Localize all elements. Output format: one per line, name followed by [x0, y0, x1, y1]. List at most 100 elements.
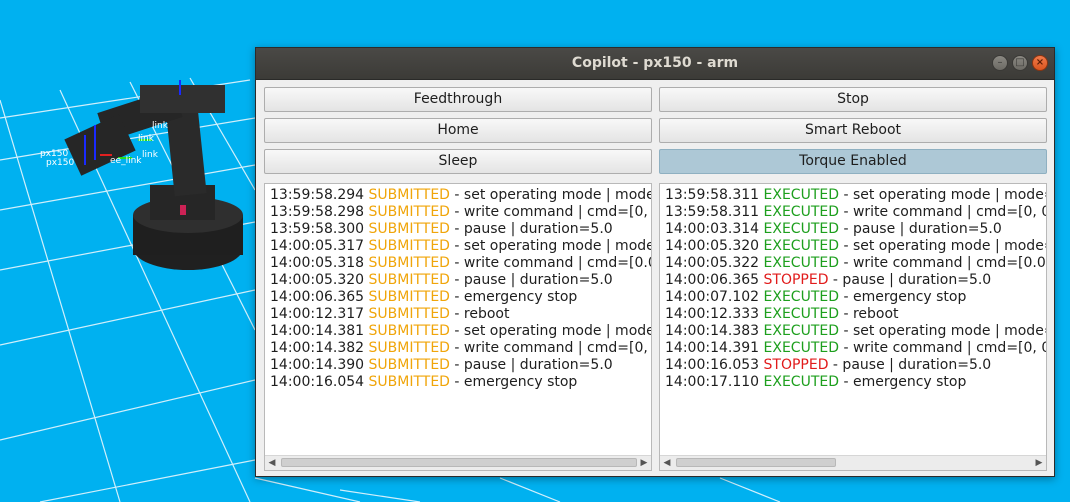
- log-message: - emergency stop: [839, 289, 967, 305]
- log-timestamp: 14:00:03.314: [665, 221, 760, 237]
- log-timestamp: 14:00:05.320: [270, 272, 365, 288]
- log-status: SUBMITTED: [368, 204, 450, 220]
- log-timestamp: 13:59:58.311: [665, 204, 760, 220]
- command-buttons: Feedthrough Stop Home Smart Reboot Sleep…: [264, 87, 1047, 174]
- log-line: 14:00:16.054 SUBMITTED - emergency stop: [270, 374, 651, 391]
- log-line: 13:59:58.311 EXECUTED - write command | …: [665, 204, 1046, 221]
- log-status: EXECUTED: [763, 255, 839, 271]
- log-line: 14:00:06.365 SUBMITTED - emergency stop: [270, 289, 651, 306]
- log-timestamp: 14:00:05.322: [665, 255, 760, 271]
- log-status: SUBMITTED: [368, 306, 450, 322]
- frame-label: link: [138, 134, 155, 144]
- copilot-window: Copilot - px150 - arm – □ × Feedthrough …: [255, 47, 1055, 477]
- log-line: 14:00:14.382 SUBMITTED - write command |…: [270, 340, 651, 357]
- log-line: 13:59:58.311 EXECUTED - set operating mo…: [665, 187, 1046, 204]
- stop-button[interactable]: Stop: [659, 87, 1047, 112]
- log-timestamp: 14:00:05.317: [270, 238, 365, 254]
- frame-label: link: [152, 121, 169, 131]
- log-timestamp: 13:59:58.294: [270, 187, 365, 203]
- log-status: SUBMITTED: [368, 255, 450, 271]
- log-message: - emergency stop: [449, 374, 578, 390]
- scroll-left-icon[interactable]: ◀: [660, 456, 674, 470]
- log-line: 14:00:05.320 SUBMITTED - pause | duratio…: [270, 272, 651, 289]
- log-message: - pause | duration=5.0: [449, 272, 613, 288]
- log-status: SUBMITTED: [368, 357, 450, 373]
- log-line: 14:00:05.320 EXECUTED - set operating mo…: [665, 238, 1046, 255]
- feedthrough-button[interactable]: Feedthrough: [264, 87, 652, 112]
- frame-label: ee_link: [110, 156, 142, 166]
- log-message: - reboot: [839, 306, 899, 322]
- log-message: - reboot: [449, 306, 510, 322]
- log-line: 13:59:58.298 SUBMITTED - write command |…: [270, 204, 651, 221]
- log-timestamp: 14:00:05.318: [270, 255, 365, 271]
- log-timestamp: 14:00:05.320: [665, 238, 760, 254]
- log-line: 14:00:17.110 EXECUTED - emergency stop: [665, 374, 1046, 391]
- scrollbar-thumb[interactable]: [676, 458, 836, 467]
- scrollbar-thumb[interactable]: [281, 458, 637, 467]
- log-status: EXECUTED: [763, 204, 839, 220]
- log-timestamp: 14:00:07.102: [665, 289, 760, 305]
- horizontal-scrollbar[interactable]: ◀ ▶: [660, 455, 1046, 470]
- close-icon[interactable]: ×: [1032, 55, 1048, 71]
- log-timestamp: 14:00:16.053: [665, 357, 760, 373]
- log-line: 14:00:14.383 EXECUTED - set operating mo…: [665, 323, 1046, 340]
- log-line: 13:59:58.300 SUBMITTED - pause | duratio…: [270, 221, 651, 238]
- log-panels: 13:59:58.294 SUBMITTED - set operating m…: [264, 183, 1047, 471]
- log-message: - set operating mode | mode=: [449, 187, 651, 203]
- submitted-log[interactable]: 13:59:58.294 SUBMITTED - set operating m…: [264, 183, 652, 471]
- log-line: 14:00:07.102 EXECUTED - emergency stop: [665, 289, 1046, 306]
- log-status: STOPPED: [763, 272, 829, 288]
- window-title: Copilot - px150 - arm: [571, 55, 739, 71]
- log-status: STOPPED: [763, 357, 829, 373]
- log-status: SUBMITTED: [368, 221, 450, 237]
- log-message: - write command | cmd=[0, 0,: [449, 204, 651, 220]
- minimize-icon[interactable]: –: [992, 55, 1008, 71]
- log-timestamp: 14:00:12.333: [665, 306, 760, 322]
- log-status: SUBMITTED: [368, 374, 450, 390]
- log-message: - emergency stop: [839, 374, 967, 390]
- sleep-button[interactable]: Sleep: [264, 149, 652, 174]
- log-status: EXECUTED: [763, 289, 839, 305]
- log-line: 13:59:58.294 SUBMITTED - set operating m…: [270, 187, 651, 204]
- log-message: - write command | cmd=[0, 0,: [449, 340, 651, 356]
- scroll-left-icon[interactable]: ◀: [265, 456, 279, 470]
- log-message: - write command | cmd=[0.0, -1: [839, 255, 1046, 271]
- log-line: 14:00:05.317 SUBMITTED - set operating m…: [270, 238, 651, 255]
- window-controls: – □ ×: [992, 55, 1048, 71]
- smart-reboot-button[interactable]: Smart Reboot: [659, 118, 1047, 143]
- scroll-right-icon[interactable]: ▶: [1032, 456, 1046, 470]
- horizontal-scrollbar[interactable]: ◀ ▶: [265, 455, 651, 470]
- log-line: 14:00:06.365 STOPPED - pause | duration=…: [665, 272, 1046, 289]
- log-line: 14:00:12.317 SUBMITTED - reboot: [270, 306, 651, 323]
- log-status: EXECUTED: [763, 340, 839, 356]
- log-timestamp: 14:00:16.054: [270, 374, 365, 390]
- log-message: - emergency stop: [449, 289, 578, 305]
- log-message: - pause | duration=5.0: [828, 357, 992, 373]
- torque-enabled-toggle[interactable]: Torque Enabled: [659, 149, 1047, 174]
- log-status: EXECUTED: [763, 306, 839, 322]
- maximize-icon[interactable]: □: [1012, 55, 1028, 71]
- log-line: 14:00:14.390 SUBMITTED - pause | duratio…: [270, 357, 651, 374]
- log-message: - pause | duration=5.0: [449, 221, 613, 237]
- log-message: - write command | cmd=[0.0, -: [449, 255, 651, 271]
- log-message: - write command | cmd=[0, 0, 0: [839, 204, 1046, 220]
- log-message: - set operating mode | mode=p: [839, 238, 1046, 254]
- log-message: - pause | duration=5.0: [828, 272, 992, 288]
- log-line: 14:00:03.314 EXECUTED - pause | duration…: [665, 221, 1046, 238]
- frame-label: px150: [46, 158, 74, 168]
- log-timestamp: 14:00:14.381: [270, 323, 365, 339]
- log-message: - set operating mode | mode=: [449, 238, 651, 254]
- title-bar[interactable]: Copilot - px150 - arm – □ ×: [256, 48, 1054, 80]
- log-message: - write command | cmd=[0, 0, 0: [839, 340, 1046, 356]
- log-status: SUBMITTED: [368, 187, 450, 203]
- log-line: 14:00:14.381 SUBMITTED - set operating m…: [270, 323, 651, 340]
- log-line: 14:00:05.318 SUBMITTED - write command |…: [270, 255, 651, 272]
- home-button[interactable]: Home: [264, 118, 652, 143]
- log-message: - set operating mode | mode=p: [839, 187, 1046, 203]
- log-status: SUBMITTED: [368, 340, 450, 356]
- log-status: EXECUTED: [763, 323, 839, 339]
- log-line: 14:00:14.391 EXECUTED - write command | …: [665, 340, 1046, 357]
- scroll-right-icon[interactable]: ▶: [637, 456, 651, 470]
- executed-log[interactable]: 13:59:58.311 EXECUTED - set operating mo…: [659, 183, 1047, 471]
- robot-arm: [64, 80, 243, 270]
